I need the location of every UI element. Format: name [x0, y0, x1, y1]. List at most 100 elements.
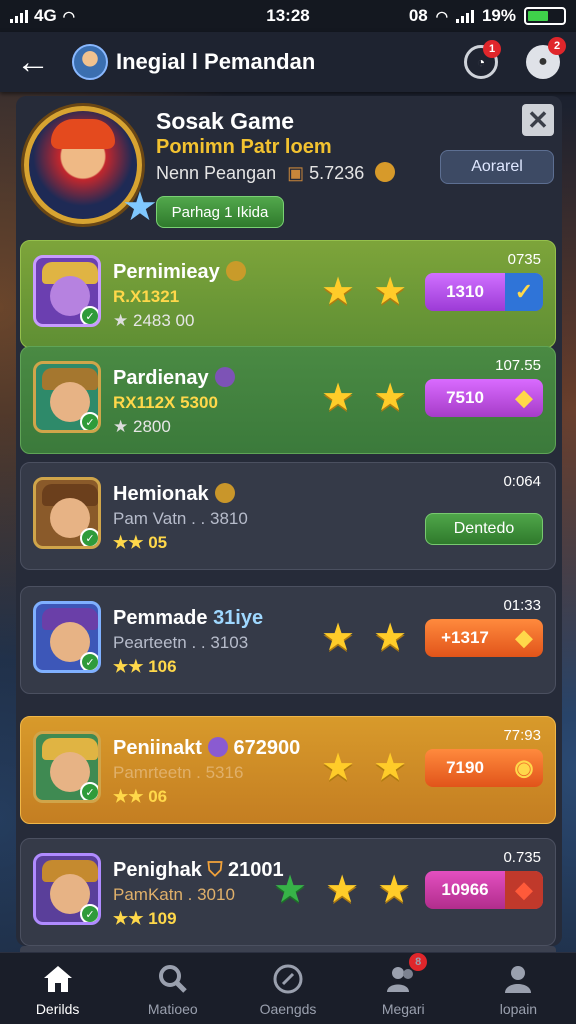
hero-time: 0.735 [503, 849, 541, 866]
nav-item-friends[interactable]: 8 Megari [346, 952, 461, 1024]
star-icon: ★ [273, 869, 308, 911]
hero-time: 77:93 [503, 727, 541, 744]
hero-subtitle: RX112X 5300 [113, 393, 218, 412]
check-icon: ✓ [80, 306, 98, 324]
hero-stat: ★★ 109 [113, 909, 177, 928]
hero-portrait: ✓ [33, 477, 101, 549]
hero-stat: ★★ 06 [113, 787, 168, 806]
nav-label: Oaengds [259, 1000, 317, 1017]
check-icon: ✓ [505, 273, 543, 311]
list-item[interactable]: ✓ Pemmade 31iye Pearteetn . . 3103 ★★ 10… [20, 586, 556, 694]
list-item[interactable]: ✓ Penighak ⛉ 21001 PamKatn . 3010 ★★ 109… [20, 838, 556, 946]
action-button[interactable]: +1317 ◆ [425, 619, 543, 657]
star-icon: ★ [373, 617, 408, 659]
action-button[interactable]: 7190 ◉ [425, 749, 543, 787]
check-icon: ✓ [80, 904, 98, 922]
timer-icon: ◔ [476, 54, 486, 70]
star-icon: ★ [113, 417, 129, 436]
action-button[interactable]: 1310 ✓ [425, 273, 543, 311]
ball-button[interactable]: ● 2 [526, 37, 566, 79]
hero-name: Pemmade 31iye [113, 607, 264, 629]
coin-icon [214, 367, 235, 387]
hero-time: 0735 [507, 251, 541, 268]
hero-subtitle: Pam Vatn . . 3810 [113, 509, 248, 528]
star-icon: ★★ [113, 657, 144, 676]
hero-subtitle: Pearteetn . . 3103 [113, 633, 249, 652]
coin-icon [214, 483, 235, 503]
home-icon [40, 961, 76, 997]
check-icon: ✓ [80, 528, 98, 546]
nav-item-home[interactable]: Derilds [0, 953, 115, 1024]
action-button[interactable]: 10966 ◆ [425, 871, 543, 909]
action-button[interactable]: 7510 ◆ [425, 379, 543, 417]
rating-stars: ★ ★ [321, 379, 407, 417]
rating-stars: ★ ★ ★ [273, 871, 411, 909]
hero-subtitle: PamKatn . 3010 [113, 885, 235, 904]
chest-icon: ▣ [287, 163, 305, 183]
star-icon: ★ [373, 271, 408, 313]
coin-icon: ◉ [514, 755, 534, 780]
hero-name: Pernimieay [113, 261, 246, 284]
profile-card: ★ Sosak Game Pomimn Patr loem Nenn Peang… [22, 100, 556, 234]
back-arrow-icon[interactable]: ← [16, 43, 56, 82]
nav-item-profile[interactable]: lopain [461, 953, 576, 1024]
hero-stat: ★ 2800 [113, 417, 171, 436]
rating-stars: ★ ★ [321, 273, 407, 311]
hero-name: Hemionak [113, 483, 235, 506]
arrange-button[interactable]: Aorarel [440, 150, 554, 184]
friends-icon: 8 [385, 952, 428, 997]
notification-badge: 2 [548, 37, 566, 55]
star-icon: ★ [113, 311, 129, 330]
hero-name: Peniinakt 672900 [113, 737, 301, 759]
hero-stat: ★★ 05 [113, 533, 168, 552]
hero-portrait: ✓ [33, 601, 101, 673]
notification-badge: 1 [483, 40, 501, 58]
download-button[interactable]: Dentedo [425, 513, 543, 545]
close-button[interactable]: ✕ [522, 104, 554, 136]
nav-label: Matioeo [147, 1000, 198, 1017]
battery-icon [524, 7, 566, 25]
star-badge-icon: ★ [122, 185, 158, 229]
check-icon: ✓ [80, 412, 98, 430]
notification-badge: 8 [409, 952, 428, 971]
profile-pill-button[interactable]: Parhag 1 Ikida [156, 196, 284, 228]
page-title: Inegial l Pemandan [116, 49, 316, 74]
rating-stars: ★ ★ [321, 749, 407, 787]
list-item[interactable]: ✓ Pardienay RX112X 5300 ★ 2800 107.55 ★ ★… [20, 346, 556, 454]
coin-icon [375, 162, 396, 182]
hero-portrait: ✓ [33, 853, 101, 925]
star-icon: ★ [321, 377, 356, 419]
star-icon: ★★ [113, 909, 144, 928]
hero-time: 0:064 [503, 473, 541, 490]
nav-item-search[interactable]: Matioeo [115, 953, 230, 1024]
hero-subtitle: Pamrteetn . 5316 [113, 763, 244, 782]
list-item[interactable]: ✓ Pernimieay R.X1321 ★ 2483 00 0735 ★ ★ 1… [20, 240, 556, 348]
diamond-icon: ◆ [515, 385, 533, 410]
star-icon: ★★ [113, 533, 144, 552]
diamond-icon: ◆ [515, 625, 533, 650]
nav-label: Megari [381, 1000, 425, 1017]
hero-portrait: ✓ [33, 731, 101, 803]
hero-portrait: ✓ [33, 361, 101, 433]
profile-icon [500, 961, 536, 997]
hero-time: 107.55 [495, 357, 541, 374]
status-bar: 4G ◠ 13:28 08 ◠ 19% [0, 0, 576, 32]
hero-portrait: ✓ [33, 255, 101, 327]
shield-icon: ⛉ [207, 859, 223, 881]
hero-name: Penighak ⛉ 21001 [113, 859, 284, 881]
nav-label: lopain [499, 1000, 538, 1017]
avatar[interactable] [72, 44, 108, 80]
profile-coins: 5.7236 [309, 163, 365, 183]
ball-icon: ● [538, 53, 548, 70]
clock: 13:28 [266, 6, 310, 25]
profile-subtitle: Pomimn Patr loem [156, 136, 332, 158]
nav-item-compass[interactable]: Oaengds [230, 953, 345, 1024]
star-icon: ★ [325, 869, 360, 911]
search-icon [155, 961, 191, 997]
list-item[interactable]: ✓ Peniinakt 672900 Pamrteetn . 5316 ★★ 0… [20, 716, 556, 824]
list-item[interactable]: ✓ Hemionak Pam Vatn . . 3810 ★★ 05 0:064… [20, 462, 556, 570]
gem-icon: ◆ [505, 871, 543, 909]
timer-button[interactable]: ◔ 1 [464, 40, 501, 79]
star-icon: ★ [321, 747, 356, 789]
hero-stat: ★ 2483 00 [113, 311, 195, 330]
